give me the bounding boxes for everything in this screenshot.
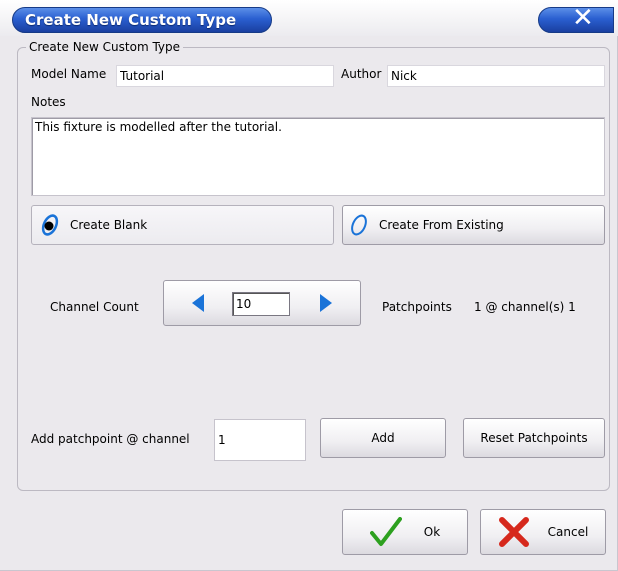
title-bar: Create New Custom Type ✕ bbox=[0, 0, 618, 36]
cancel-x-icon bbox=[498, 517, 529, 547]
dialog-window: Create New Custom Type ✕ Create New Cust… bbox=[0, 0, 618, 571]
cancel-button[interactable]: Cancel bbox=[480, 509, 606, 555]
ok-label: Ok bbox=[423, 525, 441, 539]
channel-count-input[interactable] bbox=[232, 292, 290, 316]
author-label: Author bbox=[341, 67, 382, 81]
group-title: Create New Custom Type bbox=[26, 40, 184, 54]
radio-unselected-icon bbox=[351, 214, 367, 236]
decrement-arrow-icon[interactable] bbox=[192, 294, 204, 312]
create-from-existing-label: Create From Existing bbox=[379, 218, 504, 232]
increment-arrow-icon[interactable] bbox=[320, 294, 332, 312]
notes-label: Notes bbox=[31, 95, 66, 109]
cancel-label: Cancel bbox=[547, 525, 589, 539]
create-from-existing-option[interactable]: Create From Existing bbox=[342, 205, 605, 245]
model-name-label: Model Name bbox=[31, 67, 107, 81]
add-patchpoint-label: Add patchpoint @ channel bbox=[31, 432, 190, 446]
patchpoint-channel-input[interactable] bbox=[214, 419, 306, 461]
add-button[interactable]: Add bbox=[320, 418, 446, 458]
reset-patchpoints-button[interactable]: Reset Patchpoints bbox=[463, 418, 605, 458]
close-icon[interactable]: ✕ bbox=[572, 3, 594, 33]
notes-textarea[interactable]: This fixture is modelled after the tutor… bbox=[31, 117, 605, 196]
checkmark-icon bbox=[369, 517, 402, 546]
patchpoints-value: 1 @ channel(s) 1 bbox=[474, 300, 576, 314]
model-name-input[interactable] bbox=[116, 65, 334, 87]
channel-count-label: Channel Count bbox=[50, 300, 139, 314]
create-blank-label: Create Blank bbox=[70, 218, 148, 232]
create-blank-option[interactable]: Create Blank bbox=[31, 205, 334, 245]
radio-selected-icon bbox=[41, 214, 59, 236]
ok-button[interactable]: Ok bbox=[342, 509, 468, 555]
window-title: Create New Custom Type bbox=[25, 11, 237, 29]
patchpoints-label: Patchpoints bbox=[382, 300, 452, 314]
author-input[interactable] bbox=[387, 65, 605, 87]
